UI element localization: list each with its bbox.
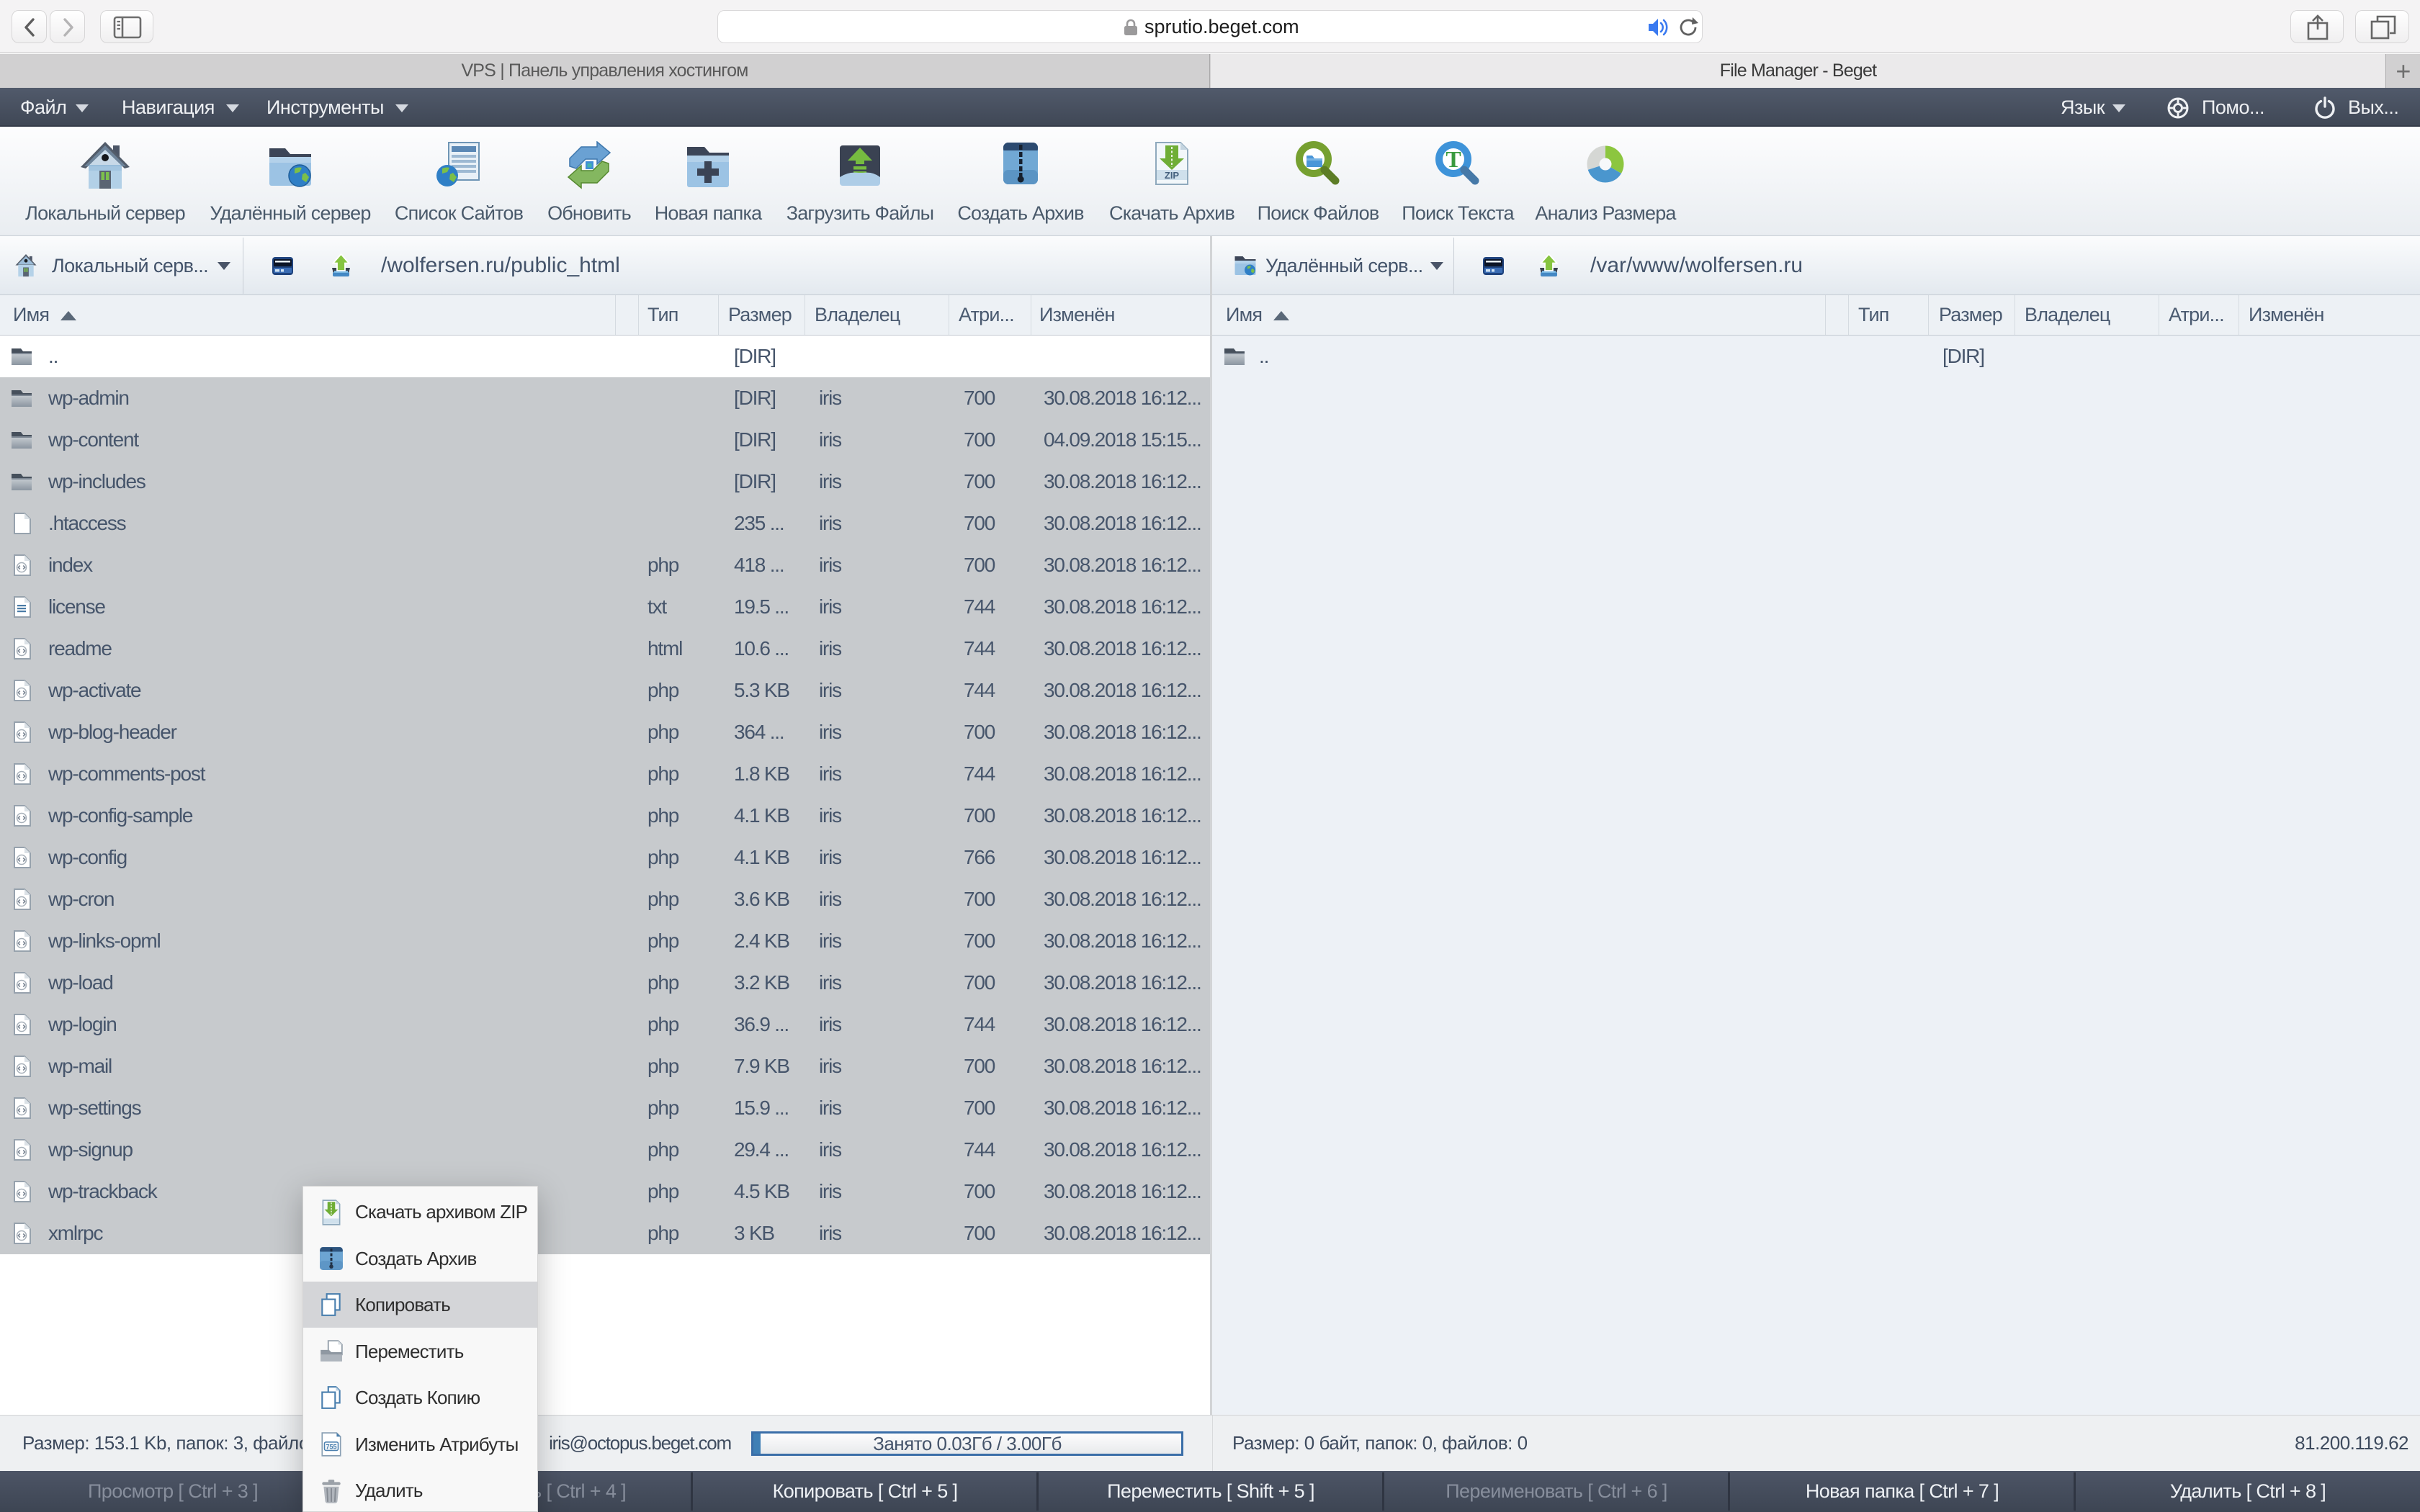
svg-text:ZIP: ZIP bbox=[1165, 170, 1180, 181]
svg-text:755: 755 bbox=[326, 1443, 336, 1450]
svg-text:T: T bbox=[1446, 146, 1461, 172]
